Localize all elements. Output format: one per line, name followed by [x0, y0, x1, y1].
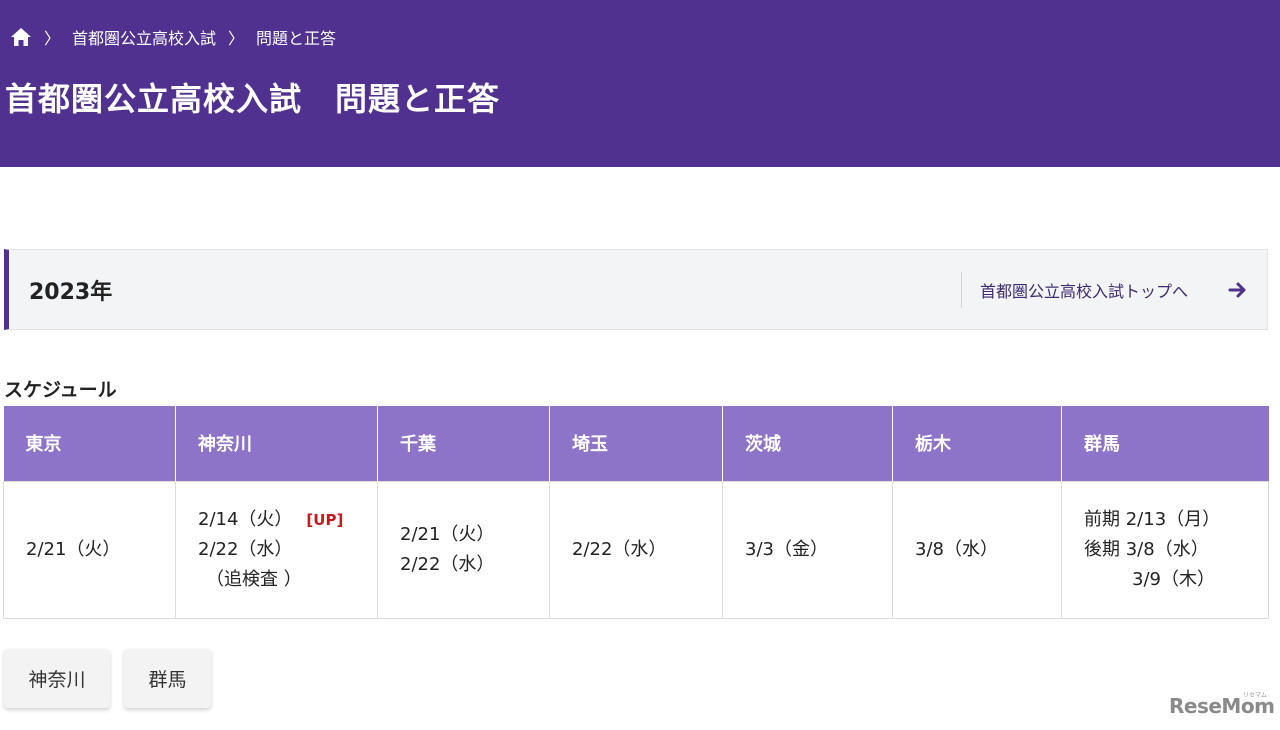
page-header: 〉 首都圏公立高校入試 〉 問題と正答 首都圏公立高校入試 問題と正答 [0, 0, 1280, 167]
date-text: 2/21（火） [26, 538, 121, 560]
cell-chiba: 2/21（火） 2/22（水） [377, 480, 550, 619]
date-text: 3/9（木） [1132, 568, 1215, 590]
chevron-right-icon: 〉 [228, 29, 245, 48]
top-page-link-label: 首都圏公立高校入試トップへ [980, 282, 1189, 301]
cell-gunma: 前期 2/13（月） 後期 3/8（水） 3/9（木） [1061, 480, 1269, 619]
gunma-button[interactable]: 群馬 [124, 649, 211, 708]
table-row: 2/21（火） 2/14（火） [UP] 2/22（水） （追検査 ） 2/21（… [3, 480, 1269, 619]
date-text: 2/22（水） [400, 553, 495, 575]
column-header: 埼玉 [549, 406, 723, 481]
note-text: （追検査 ） [206, 568, 302, 590]
column-header: 神奈川 [175, 406, 378, 481]
column-header: 群馬 [1061, 406, 1269, 481]
breadcrumb: 〉 首都圏公立高校入試 〉 問題と正答 [10, 25, 336, 49]
cell-saitama: 2/22（水） [549, 480, 723, 619]
year-bar: 2023年 首都圏公立高校入試トップへ [4, 249, 1268, 330]
date-text: 後期 3/8（水） [1084, 538, 1209, 560]
date-text: 前期 2/13（月） [1084, 508, 1221, 530]
resemom-logo-kana: リセマム [1243, 692, 1268, 699]
home-icon[interactable] [10, 27, 32, 47]
date-text: 3/8（水） [915, 538, 998, 560]
column-header: 茨城 [722, 406, 893, 481]
kanagawa-button[interactable]: 神奈川 [4, 649, 110, 708]
date-text: 2/22（水） [198, 538, 293, 560]
up-badge: [UP] [306, 510, 344, 529]
arrow-right-icon [1228, 282, 1246, 298]
schedule-title: スケジュール [4, 379, 117, 401]
table-header-row: 東京 神奈川 千葉 埼玉 茨城 栃木 群馬 [3, 406, 1269, 481]
cell-tokyo: 2/21（火） [3, 480, 176, 619]
date-text: 2/14（火） [198, 508, 293, 530]
page-title: 首都圏公立高校入試 問題と正答 [5, 80, 501, 118]
breadcrumb-link-exam[interactable]: 首都圏公立高校入試 [72, 25, 216, 49]
cell-kanagawa: 2/14（火） [UP] 2/22（水） （追検査 ） [175, 480, 378, 619]
column-header: 千葉 [377, 406, 550, 481]
date-text: 2/22（水） [572, 538, 667, 560]
breadcrumb-current: 問題と正答 [256, 29, 337, 48]
top-page-link[interactable]: 首都圏公立高校入試トップへ [961, 272, 1267, 308]
cell-ibaraki: 3/3（金） [722, 480, 893, 619]
column-header: 栃木 [892, 406, 1062, 481]
date-text: 2/21（火） [400, 523, 495, 545]
chevron-right-icon: 〉 [44, 29, 61, 48]
year-label: 2023年 [29, 280, 113, 305]
column-header: 東京 [3, 406, 176, 481]
date-text: 3/3（金） [745, 538, 828, 560]
cell-tochigi: 3/8（水） [892, 480, 1062, 619]
schedule-table: 東京 神奈川 千葉 埼玉 茨城 栃木 群馬 2/21（火） 2/14（火） [UP… [3, 406, 1269, 619]
